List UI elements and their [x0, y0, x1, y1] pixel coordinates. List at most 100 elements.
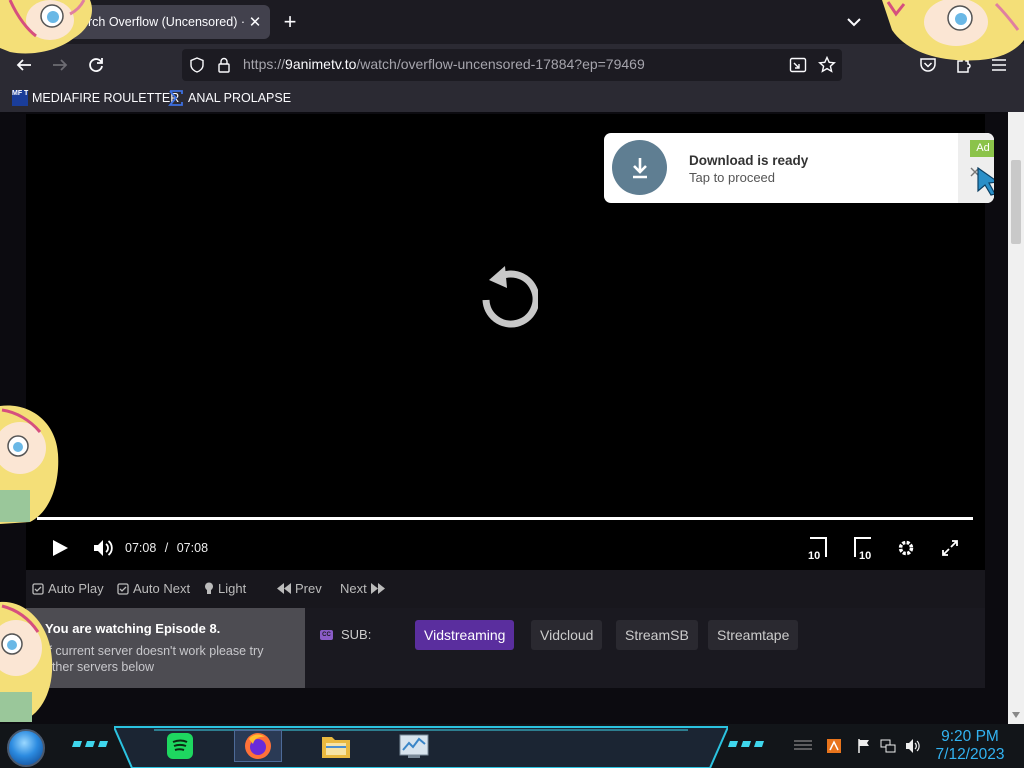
- star-butterfly-sticker: [0, 601, 53, 722]
- auto-play-toggle[interactable]: Auto Play: [32, 581, 104, 596]
- shield-icon: [190, 57, 204, 73]
- forward-button[interactable]: [47, 53, 73, 77]
- address-bar[interactable]: https://9animetv.to/watch/overflow-uncen…: [182, 49, 842, 81]
- star-butterfly-sticker: [882, 0, 1024, 61]
- chart-window-icon: [399, 734, 429, 758]
- server-streamtape[interactable]: Streamtape: [708, 620, 799, 650]
- app-tray-orange-icon[interactable]: [826, 738, 842, 754]
- download-icon: [612, 140, 667, 195]
- auto-next-label: Auto Next: [133, 581, 191, 596]
- bookmark-label: MEDIAFIRE ROULETTER: [32, 91, 180, 105]
- server-vidcloud[interactable]: Vidcloud: [531, 620, 603, 650]
- episode-info: You are watching Episode 8. If current s…: [26, 608, 305, 688]
- rewind-icon: [277, 583, 291, 594]
- duration: 07:08: [176, 541, 209, 555]
- list-all-tabs-button[interactable]: [842, 10, 866, 34]
- clock-time: 9:20 PM: [941, 728, 999, 745]
- checkbox-icon: [32, 582, 44, 595]
- sub-label-text: SUB:: [341, 627, 372, 642]
- rewind-label: 10: [808, 550, 820, 561]
- next-label: Next: [340, 581, 367, 596]
- spotify-icon: [167, 733, 193, 759]
- volume-button[interactable]: [92, 535, 114, 561]
- progress-bar[interactable]: [37, 517, 973, 520]
- episode-note-line1: If current server doesn't work please tr…: [45, 644, 264, 658]
- start-button[interactable]: [7, 729, 45, 767]
- rewind-10-icon: 10: [808, 537, 827, 561]
- star-butterfly-sticker: [0, 0, 93, 54]
- taskbar-accent-right-icon: [728, 741, 764, 747]
- show-hidden-icons-icon[interactable]: [792, 738, 814, 752]
- player-options-bar: Auto Play Auto Next Light Prev Next: [26, 570, 985, 608]
- rewind-10-button[interactable]: 10: [806, 535, 832, 561]
- time-display: 07:08 / 07:08: [125, 541, 208, 555]
- url-prefix: https://: [243, 56, 286, 72]
- forward-label: 10: [859, 550, 871, 561]
- picture-in-picture-icon[interactable]: [789, 57, 807, 73]
- server-streamsb[interactable]: StreamSB: [616, 620, 698, 650]
- page-scrollbar[interactable]: [1008, 112, 1024, 724]
- ad-badge: Ad: [970, 140, 994, 157]
- forward-10-button[interactable]: 10: [849, 535, 875, 561]
- light-label: Light: [218, 581, 247, 596]
- auto-next-toggle[interactable]: Auto Next: [117, 581, 190, 596]
- reload-button[interactable]: [83, 53, 109, 77]
- taskbar-file-explorer[interactable]: [312, 730, 360, 762]
- back-arrow-icon: [16, 59, 31, 71]
- taskbar: 9:20 PM 7/12/2023: [0, 724, 1024, 768]
- lightbulb-icon: [205, 582, 213, 594]
- server-vidstreaming[interactable]: Vidstreaming: [415, 620, 515, 650]
- play-icon: [53, 540, 68, 556]
- bookmarks-toolbar: MF T MEDIAFIRE ROULETTER ANAL PROLAPSE: [0, 86, 1024, 112]
- closed-captions-icon: CC: [320, 629, 333, 640]
- server-selector: You are watching Episode 8. If current s…: [26, 608, 985, 688]
- url-text[interactable]: https://9animetv.to/watch/overflow-uncen…: [243, 56, 645, 72]
- prev-episode-button[interactable]: Prev: [277, 581, 322, 596]
- scroll-down-arrow-icon[interactable]: [1012, 712, 1020, 718]
- navigation-toolbar: https://9animetv.to/watch/overflow-uncen…: [0, 44, 1024, 86]
- tab-bar: rch Overflow (Uncensored) · ✕ +: [0, 0, 1024, 44]
- play-button[interactable]: [50, 535, 70, 561]
- ad-subtitle: Tap to proceed: [689, 170, 776, 185]
- reload-icon: [89, 58, 103, 72]
- new-tab-button[interactable]: +: [278, 8, 302, 36]
- volume-tray-icon[interactable]: [905, 738, 921, 754]
- mediafire-icon: MF T: [12, 90, 28, 106]
- light-toggle[interactable]: Light: [204, 581, 246, 596]
- lock-icon: [218, 57, 230, 73]
- forward-10-icon: 10: [854, 537, 871, 561]
- ad-title: Download is ready: [689, 153, 809, 168]
- taskbar-firefox[interactable]: [234, 730, 282, 762]
- time-separator: /: [164, 541, 169, 555]
- firefox-icon: [245, 733, 271, 759]
- tab-close-icon[interactable]: ✕: [244, 13, 266, 31]
- sigma-icon: [168, 90, 183, 106]
- current-time: 07:08: [125, 541, 157, 555]
- next-episode-button[interactable]: Next: [340, 581, 385, 596]
- system-clock[interactable]: 9:20 PM 7/12/2023: [928, 728, 1012, 764]
- forward-arrow-icon: [53, 59, 68, 71]
- bookmark-mediafire[interactable]: MF T MEDIAFIRE ROULETTER: [12, 90, 179, 106]
- sub-label: CC SUB:: [320, 627, 371, 642]
- flag-icon[interactable]: [857, 738, 871, 754]
- url-host: 9animetv.to: [285, 56, 357, 72]
- ad-popup[interactable]: Download is ready Tap to proceed Ad: [604, 133, 994, 203]
- fullscreen-icon: [942, 540, 958, 556]
- prev-label: Prev: [295, 581, 322, 596]
- replay-icon[interactable]: [474, 260, 538, 330]
- taskbar-task-manager[interactable]: [390, 730, 438, 762]
- back-button[interactable]: [11, 53, 37, 77]
- taskbar-spotify[interactable]: [156, 730, 204, 762]
- folder-icon: [322, 737, 350, 758]
- settings-button[interactable]: [896, 535, 916, 561]
- auto-play-label: Auto Play: [48, 581, 104, 596]
- scrollbar-thumb[interactable]: [1011, 160, 1021, 244]
- volume-icon: [94, 540, 113, 556]
- bookmark-star-icon[interactable]: [818, 56, 836, 74]
- bookmark-anal-prolapse[interactable]: ANAL PROLAPSE: [168, 90, 291, 106]
- network-icon[interactable]: [880, 738, 896, 754]
- fast-forward-icon: [370, 583, 385, 594]
- fullscreen-button[interactable]: [941, 535, 959, 561]
- url-path: /watch/overflow-uncensored-17884?ep=7946…: [356, 56, 645, 72]
- ad-arrow-cursor-icon: [977, 166, 994, 196]
